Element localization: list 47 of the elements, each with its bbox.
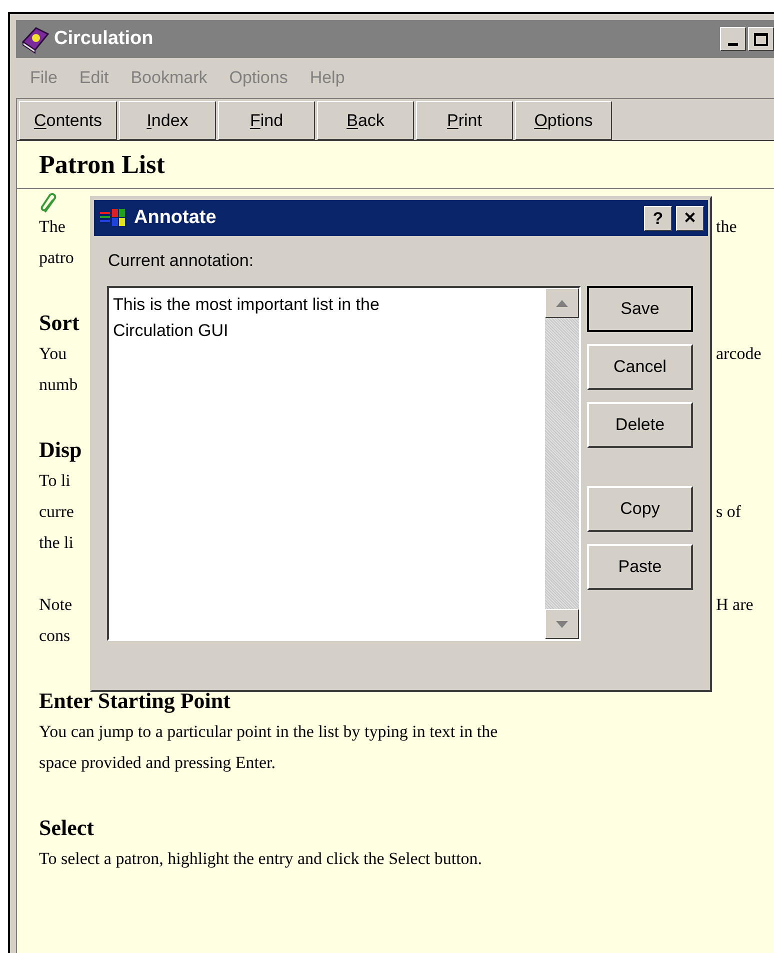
- body-text: the: [716, 216, 737, 238]
- body-text: To select a patron, highlight the entry and click the Select button.: [39, 848, 482, 870]
- minimize-button[interactable]: [720, 27, 746, 51]
- dialog-button[interactable]: Delete: [587, 402, 693, 448]
- dialog-button[interactable]: Paste: [587, 544, 693, 590]
- toolbar-button[interactable]: Index: [119, 101, 216, 140]
- body-text: arcode: [716, 342, 762, 364]
- body-text: H are: [716, 594, 754, 616]
- dialog-button[interactable]: Copy: [587, 486, 693, 532]
- annotation-label: Current annotation:: [108, 251, 254, 270]
- body-text: curre: [39, 500, 74, 522]
- section-heading: Enter Starting Point: [39, 687, 230, 715]
- toolbar-button[interactable]: Back: [317, 101, 414, 140]
- paperclip-icon: [39, 192, 59, 214]
- body-text: Note: [39, 594, 72, 616]
- body-text: You: [39, 342, 67, 364]
- body-text: numb: [39, 374, 78, 396]
- scroll-down-button[interactable]: [545, 609, 579, 639]
- toolbar-button[interactable]: Contents: [19, 101, 117, 140]
- body-text: cons: [39, 624, 70, 646]
- page-title: Patron List: [39, 149, 165, 181]
- body-text: space provided and pressing Enter.: [39, 752, 276, 774]
- up-arrow-icon: [556, 300, 568, 306]
- toolbar-button[interactable]: Options: [515, 101, 612, 140]
- section-heading: Sort: [39, 309, 80, 337]
- body-text: To li: [39, 470, 70, 492]
- dialog-button[interactable]: Save: [587, 286, 693, 332]
- scroll-up-button[interactable]: [545, 288, 579, 318]
- maximize-button[interactable]: [748, 27, 774, 51]
- body-text: the li: [39, 532, 74, 554]
- dialog-button[interactable]: Cancel: [587, 344, 693, 390]
- body-text: You can jump to a particular point in the list by typing in text in the: [39, 720, 498, 743]
- help-button[interactable]: ?: [644, 206, 672, 230]
- scrollbar[interactable]: [545, 288, 579, 639]
- book-icon: [20, 24, 50, 54]
- down-arrow-icon: [556, 620, 568, 628]
- dialog-title: Annotate: [134, 206, 216, 230]
- close-button[interactable]: ×: [676, 206, 704, 230]
- toolbar-button[interactable]: Find: [218, 101, 315, 140]
- section-heading: Select: [39, 814, 94, 842]
- window-title: Circulation: [54, 26, 154, 51]
- annotation-field[interactable]: This is the most important list in the Circulation GUI: [107, 286, 581, 641]
- toolbar-button[interactable]: Print: [416, 101, 513, 140]
- body-text: patro: [39, 246, 74, 269]
- body-text: The: [39, 216, 66, 238]
- section-heading: Disp: [39, 436, 82, 464]
- body-text: s of: [716, 500, 742, 522]
